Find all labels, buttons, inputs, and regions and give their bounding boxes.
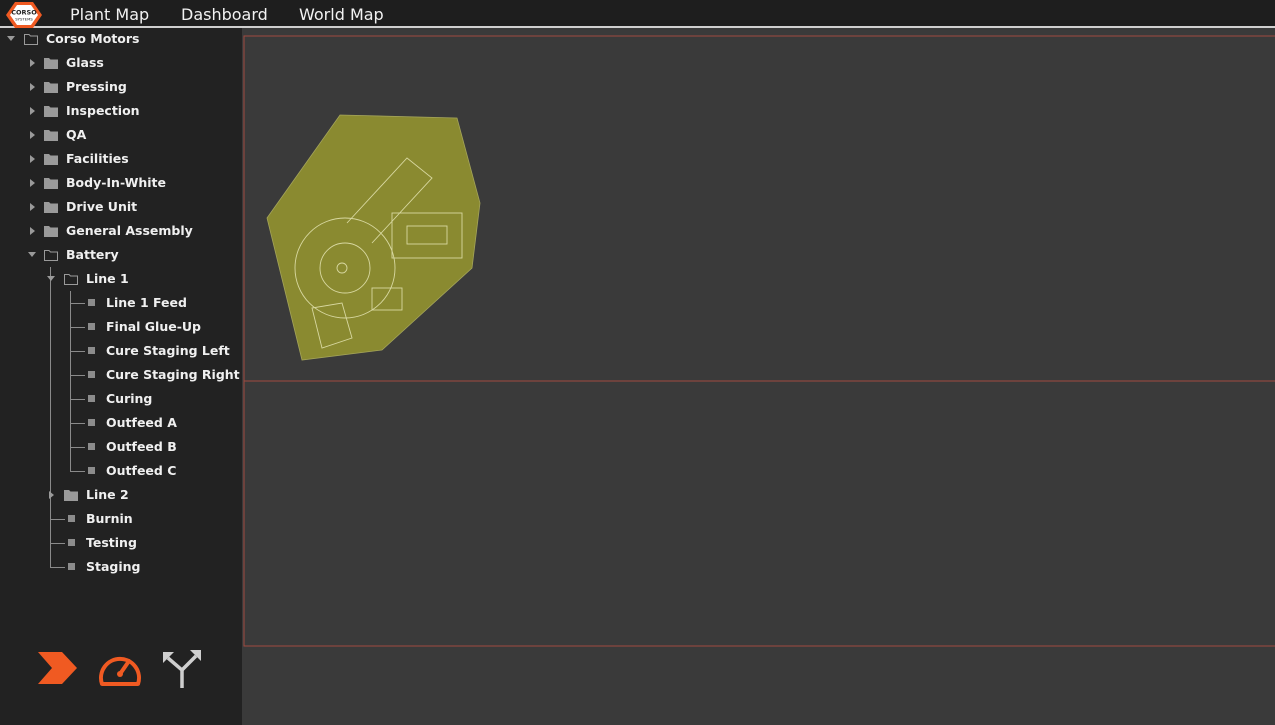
nav-dashboard[interactable]: Dashboard xyxy=(181,5,268,24)
tree-label: Cure Staging Right xyxy=(106,367,240,382)
tree-guide xyxy=(71,447,85,448)
folder-icon xyxy=(44,82,58,93)
tree-guide xyxy=(71,351,85,352)
line-2-region xyxy=(243,380,1275,647)
folder-icon xyxy=(44,202,58,213)
caret-right-icon[interactable] xyxy=(26,124,38,146)
folder-icon xyxy=(64,490,78,501)
folder-icon xyxy=(44,130,58,141)
node-square-icon xyxy=(88,467,95,474)
tree-guide xyxy=(51,519,65,520)
logo-subtext: SYSTEMS xyxy=(15,17,33,22)
top-nav-bar: CORSO SYSTEMS Plant Map Dashboard World … xyxy=(0,0,1275,28)
folder-open-icon xyxy=(44,250,58,261)
tree-label: Line 1 Feed xyxy=(106,295,187,310)
caret-right-icon[interactable] xyxy=(26,172,38,194)
node-square-icon xyxy=(88,299,95,306)
tree-guide xyxy=(51,567,65,568)
nav-world-map[interactable]: World Map xyxy=(299,5,384,24)
node-square-icon xyxy=(88,443,95,450)
tree-label: Burnin xyxy=(86,511,133,526)
caret-down-icon[interactable] xyxy=(45,268,57,290)
logo-text: CORSO xyxy=(11,9,37,17)
tree-label: Inspection xyxy=(66,103,140,118)
corso-logo: CORSO SYSTEMS xyxy=(6,2,42,28)
tree-label: Outfeed B xyxy=(106,439,177,454)
node-square-icon xyxy=(88,371,95,378)
caret-right-icon[interactable] xyxy=(26,100,38,122)
floor-plan-drawing xyxy=(243,34,1275,647)
node-square-icon xyxy=(68,515,75,522)
node-square-icon xyxy=(88,347,95,354)
tree-label: Final Glue-Up xyxy=(106,319,202,334)
tree-label: Line 1 xyxy=(86,271,129,286)
line-1-feed-zone[interactable] xyxy=(266,114,481,361)
tree-guide xyxy=(71,423,85,424)
folder-icon xyxy=(44,178,58,189)
folder-icon xyxy=(44,58,58,69)
chevron-right-icon[interactable] xyxy=(38,650,78,686)
tree-label: Battery xyxy=(66,247,119,262)
node-square-icon xyxy=(88,323,95,330)
tree-guide xyxy=(70,291,71,472)
nav-plant-map[interactable]: Plant Map xyxy=(70,5,149,24)
tree-label: Drive Unit xyxy=(66,199,138,214)
plant-map-canvas xyxy=(242,28,1275,725)
tree-guide xyxy=(71,399,85,400)
caret-right-icon[interactable] xyxy=(26,196,38,218)
folder-icon xyxy=(44,106,58,117)
node-square-icon xyxy=(68,539,75,546)
folder-open-icon xyxy=(24,34,38,45)
tree-label: Testing xyxy=(86,535,137,550)
tree-label: General Assembly xyxy=(66,223,193,238)
node-square-icon xyxy=(88,419,95,426)
tree-guide xyxy=(71,375,85,376)
tree-label: Outfeed C xyxy=(106,463,177,478)
caret-right-icon[interactable] xyxy=(45,484,57,506)
tree-guide xyxy=(71,327,85,328)
caret-right-icon[interactable] xyxy=(26,148,38,170)
tree-label: QA xyxy=(66,127,87,142)
tree-guide xyxy=(50,267,51,568)
caret-right-icon[interactable] xyxy=(26,52,38,74)
tree-guide xyxy=(71,303,85,304)
node-square-icon xyxy=(68,563,75,570)
tree-guide xyxy=(71,471,85,472)
sidebar-tree: Corso Motors Glass Pressing Inspection Q… xyxy=(0,28,242,725)
tree-label: Pressing xyxy=(66,79,127,94)
tree-label: Facilities xyxy=(66,151,129,166)
tree-label: Staging xyxy=(86,559,141,574)
final-glue-up-zone[interactable] xyxy=(528,34,808,270)
folder-icon xyxy=(44,154,58,165)
folder-open-icon xyxy=(64,274,78,285)
node-square-icon xyxy=(88,395,95,402)
gauge-icon[interactable] xyxy=(96,648,144,688)
tree-label: Glass xyxy=(66,55,104,70)
tree-label: Line 2 xyxy=(86,487,129,502)
folder-icon xyxy=(44,226,58,237)
tree-label: Corso Motors xyxy=(46,31,140,46)
caret-down-icon[interactable] xyxy=(5,28,17,50)
tree-label: Cure Staging Left xyxy=(106,343,230,358)
tree-label: Body-In-White xyxy=(66,175,166,190)
caret-right-icon[interactable] xyxy=(26,220,38,242)
tree-label: Outfeed A xyxy=(106,415,177,430)
caret-right-icon[interactable] xyxy=(26,76,38,98)
caret-down-icon[interactable] xyxy=(26,244,38,266)
tree-guide xyxy=(51,543,65,544)
split-arrows-icon[interactable] xyxy=(160,646,204,690)
tree-label: Curing xyxy=(106,391,153,406)
